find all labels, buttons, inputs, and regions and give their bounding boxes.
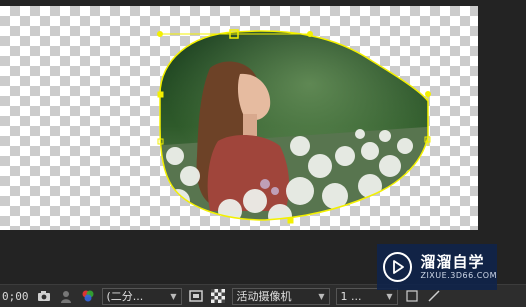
watermark-url: ZIXUE.3D66.COM <box>420 271 497 280</box>
camera-view-dropdown[interactable]: 活动摄像机 ▼ <box>231 287 330 305</box>
composition-viewer-app: 0;00 (二分... ▼ 活动摄像机 ▼ 1 ... ▼ 溜溜自学 ZIXUE… <box>0 0 526 307</box>
watermark-overlay: 溜溜自学 ZIXUE.3D66.COM <box>377 244 497 290</box>
camera-snapshot-icon[interactable] <box>34 286 54 306</box>
composition-viewer-panel <box>0 0 526 284</box>
chevron-down-icon: ▼ <box>170 291 177 301</box>
view-layout-dropdown[interactable]: 1 ... ▼ <box>335 287 398 305</box>
masked-layer <box>157 29 431 224</box>
view-layout-value: 1 ... <box>340 289 362 303</box>
resolution-dropdown[interactable]: (二分... ▼ <box>101 287 182 305</box>
watermark-title: 溜溜自学 <box>420 253 485 271</box>
color-channels-icon[interactable] <box>78 286 98 306</box>
photo-woman-in-flowers <box>160 31 428 221</box>
timecode-display[interactable]: 0;00 <box>0 290 33 303</box>
chevron-down-icon: ▼ <box>318 291 325 301</box>
camera-view-value: 活动摄像机 <box>236 290 292 303</box>
show-snapshot-icon[interactable] <box>56 286 76 306</box>
chevron-down-icon: ▼ <box>386 291 393 301</box>
composition-canvas[interactable] <box>0 6 478 230</box>
play-logo-icon <box>383 252 413 282</box>
region-of-interest-icon[interactable] <box>186 286 206 306</box>
resolution-value: (二分... <box>106 290 144 303</box>
transparency-grid-icon[interactable] <box>208 286 228 306</box>
